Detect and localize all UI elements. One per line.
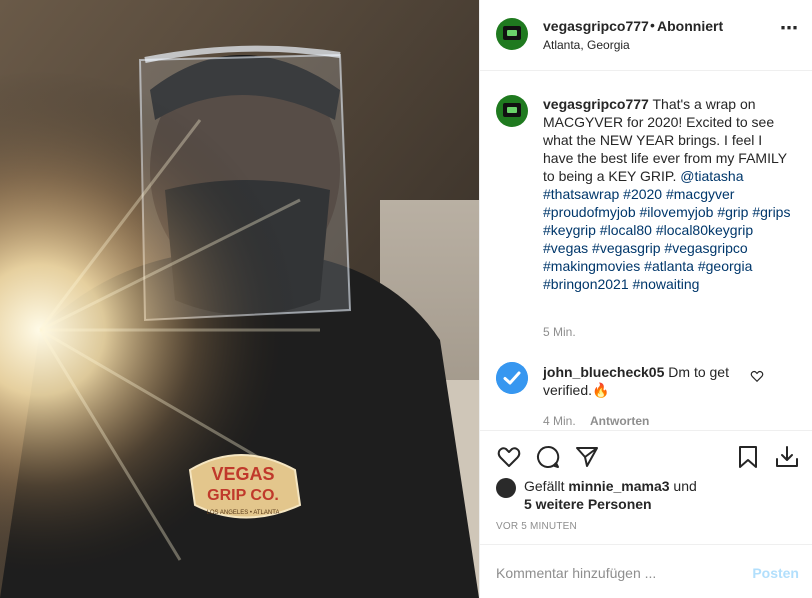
download-icon[interactable] [774,444,800,470]
reply-button[interactable]: Antworten [590,414,649,428]
comment-time: 4 Min. [543,414,576,428]
caption-avatar[interactable] [496,95,528,127]
post-sidepanel: vegasgripco777 • Abonniert Atlanta, Geor… [479,0,812,598]
bookmark-icon[interactable] [735,444,761,470]
post-location[interactable]: Atlanta, Georgia [543,38,630,52]
action-bar [480,430,812,480]
comment-icon[interactable] [535,444,561,470]
post-timestamp: VOR 5 MINUTEN [496,521,577,532]
author-avatar[interactable] [496,18,528,50]
comment-box: Kommentar hinzufügen ... Posten [480,544,812,598]
caption-username[interactable]: vegasgripco777 [543,96,649,112]
likes-line-1: Gefällt minnie_mama3 und [524,478,697,494]
follow-status-button[interactable]: Abonniert [657,18,723,34]
caption-time: 5 Min. [543,325,576,339]
likes-joiner: und [673,478,697,494]
comment-input[interactable]: Kommentar hinzufügen ... [496,565,656,581]
comment-username[interactable]: john_bluecheck05 [543,364,664,380]
photo-illustration: VEGAS GRIP CO. LOS ANGELES • ATLANTA [0,0,479,598]
post-photo[interactable]: VEGAS GRIP CO. LOS ANGELES • ATLANTA [0,0,479,598]
comment-like-heart-icon[interactable] [750,369,764,383]
post-comment-button[interactable]: Posten [752,565,799,581]
shirt-text-line2: GRIP CO. [207,487,279,504]
instagram-post: VEGAS GRIP CO. LOS ANGELES • ATLANTA veg… [0,0,812,598]
liker-username[interactable]: minnie_mama3 [568,478,669,494]
more-options-icon[interactable]: ⋯ [780,18,799,39]
post-header: vegasgripco777 • Abonniert Atlanta, Geor… [480,0,812,71]
comment-text: john_bluecheck05 Dm to get verified.🔥 [543,363,753,399]
caption-hashtags[interactable]: @tiatasha #thatsawrap #2020 #macgyver #p… [543,168,790,292]
liker-avatar[interactable] [496,478,516,498]
caption-text: vegasgripco777 That's a wrap on MACGYVER… [543,95,793,293]
verified-badge-icon[interactable] [496,362,528,394]
author-username[interactable]: vegasgripco777 [543,18,649,34]
likes-others-link[interactable]: 5 weitere Personen [524,496,652,512]
heart-icon[interactable] [496,444,522,470]
shirt-text-line3: LOS ANGELES • ATLANTA [207,510,280,516]
shirt-logo: VEGAS GRIP CO. LOS ANGELES • ATLANTA [188,454,302,519]
share-icon[interactable] [574,444,600,470]
header-separator: • [650,17,655,33]
shirt-text-line1: VEGAS [211,464,274,484]
likes-prefix: Gefällt [524,478,565,494]
likes-summary: Gefällt minnie_mama3 und 5 weitere Perso… [496,477,806,515]
